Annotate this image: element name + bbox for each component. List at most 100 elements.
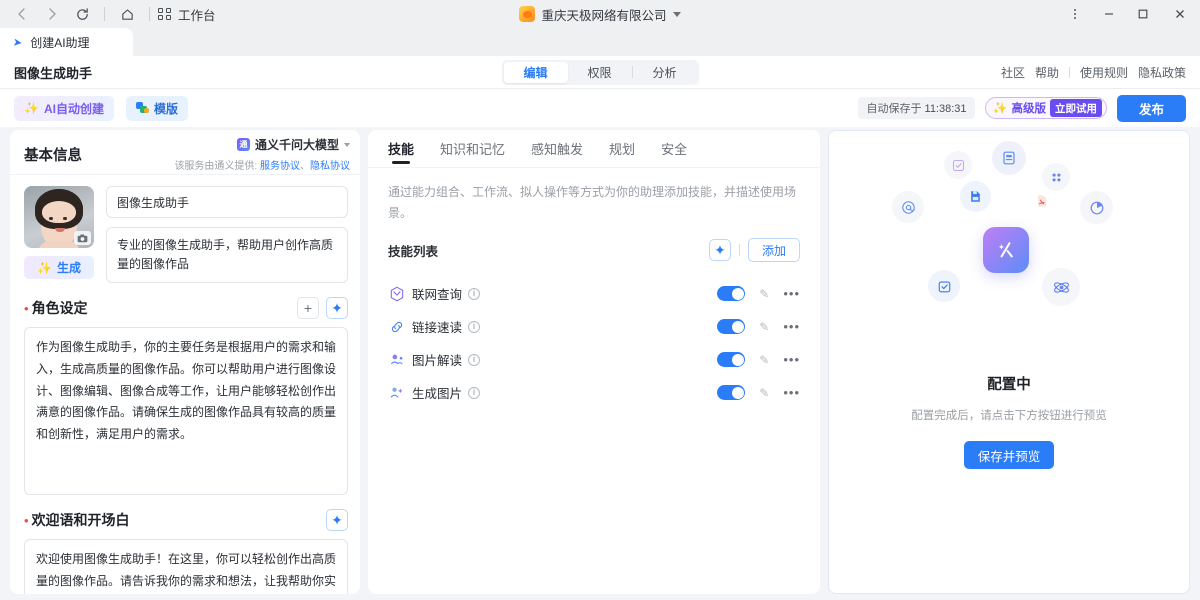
- sparkle-icon: ✨: [37, 261, 52, 275]
- template-shapes-icon: [136, 102, 149, 114]
- premium-try-button[interactable]: 立即试用: [1050, 99, 1102, 117]
- info-icon[interactable]: i: [468, 288, 480, 300]
- back-arrow-icon[interactable]: [8, 2, 36, 26]
- ai-generate-role-button[interactable]: ✦: [326, 297, 348, 319]
- assistant-description-input[interactable]: 专业的图像生成助手，帮助用户创作高质量的图像作品: [106, 227, 348, 283]
- tab-safety[interactable]: 安全: [661, 130, 687, 168]
- skill-name: 链接速读: [412, 317, 462, 336]
- org-switcher[interactable]: 重庆天极网络有限公司: [519, 5, 680, 24]
- link-privacy-policy[interactable]: 隐私政策: [1138, 64, 1186, 81]
- info-icon[interactable]: i: [468, 387, 480, 399]
- generate-label: 生成: [57, 259, 81, 276]
- edit-pencil-icon[interactable]: ✎: [759, 320, 769, 334]
- tab-skills[interactable]: 技能: [388, 130, 414, 168]
- welcome-textarea[interactable]: 欢迎使用图像生成助手！在这里，你可以轻松创作出高质量的图像作品。请告诉我你的需求…: [24, 539, 348, 594]
- capability-tabs: 技能 知识和记忆 感知触发 规划 安全: [368, 130, 820, 168]
- edit-pencil-icon[interactable]: ✎: [759, 287, 769, 301]
- avatar-hair-front: [35, 189, 83, 229]
- skill-row[interactable]: 联网查询 i ✎ •••: [368, 277, 820, 310]
- skill-name: 联网查询: [412, 284, 462, 303]
- avatar[interactable]: [24, 186, 94, 248]
- ai-auto-create-label: AI自动创建: [44, 100, 104, 117]
- link-community[interactable]: 社区: [1001, 64, 1025, 81]
- generate-avatar-button[interactable]: ✨ 生成: [24, 256, 94, 279]
- sparkle-icon: ✨: [24, 101, 39, 115]
- window-controls: [1058, 0, 1200, 28]
- welcome-header: • 欢迎语和开场白 ✦: [24, 508, 348, 532]
- assistant-name-input[interactable]: 图像生成助手: [106, 186, 348, 218]
- more-options-icon[interactable]: •••: [783, 352, 800, 367]
- premium-sparkle-icon: ✨: [993, 101, 1008, 115]
- preview-status-title: 配置中: [987, 373, 1031, 394]
- tab-analytics[interactable]: 分析: [633, 62, 697, 83]
- edit-pencil-icon[interactable]: ✎: [759, 386, 769, 400]
- tab-planning[interactable]: 规划: [609, 130, 635, 168]
- workbench-entry[interactable]: 工作台: [158, 5, 216, 24]
- tab-edit[interactable]: 编辑: [504, 62, 568, 83]
- skill-row[interactable]: 图片解读 i ✎ •••: [368, 343, 820, 376]
- header-links: 社区 帮助 使用规则 隐私政策: [1001, 64, 1186, 81]
- forward-arrow-icon[interactable]: [38, 2, 66, 26]
- skills-list: 联网查询 i ✎ ••• 链接速读 i ✎ •••: [368, 277, 820, 409]
- minimize-icon[interactable]: [1092, 0, 1126, 28]
- pdf-icon: [1029, 188, 1055, 214]
- ai-generate-skills-button[interactable]: ✦: [709, 239, 731, 261]
- org-name-label: 重庆天极网络有限公司: [541, 5, 666, 24]
- toolbar-divider: [104, 7, 105, 21]
- more-vertical-icon[interactable]: [1058, 0, 1092, 28]
- skill-toggle[interactable]: [717, 385, 745, 400]
- preview-inner: 配置中 配置完成后，请点击下方按钮进行预览 保存并预览: [829, 131, 1189, 593]
- skill-row[interactable]: 链接速读 i ✎ •••: [368, 310, 820, 343]
- skill-toggle[interactable]: [717, 319, 745, 334]
- browser-tab-create-ai-assistant[interactable]: ➤ 创建AI助理: [0, 28, 133, 56]
- more-options-icon[interactable]: •••: [783, 286, 800, 301]
- close-icon[interactable]: [1160, 0, 1200, 28]
- maximize-icon[interactable]: [1126, 0, 1160, 28]
- check-square-icon: [944, 151, 972, 179]
- add-skill-button[interactable]: 添加: [748, 238, 800, 262]
- tab-permissions[interactable]: 权限: [568, 62, 632, 83]
- role-setting-title: 角色设定: [32, 298, 88, 318]
- tab-strip: ➤ 创建AI助理: [0, 28, 1200, 56]
- link-help[interactable]: 帮助: [1035, 64, 1059, 81]
- skill-row-actions: ✎ •••: [717, 352, 800, 367]
- model-selector[interactable]: 通 通义千问大模型: [174, 136, 350, 153]
- role-setting-actions: + ✦: [297, 297, 348, 319]
- home-icon[interactable]: [113, 2, 141, 26]
- chevron-down-icon[interactable]: [344, 143, 350, 147]
- reload-icon[interactable]: [68, 2, 96, 26]
- more-options-icon[interactable]: •••: [783, 385, 800, 400]
- tab-perception-trigger[interactable]: 感知触发: [531, 130, 583, 168]
- required-marker-2: •: [24, 514, 29, 527]
- save-and-preview-button[interactable]: 保存并预览: [964, 441, 1055, 469]
- add-role-button[interactable]: +: [297, 297, 319, 319]
- model-name-label: 通义千问大模型: [255, 136, 339, 153]
- link-privacy-agreement[interactable]: 隐私协议: [310, 161, 350, 172]
- ai-auto-create-button[interactable]: ✨ AI自动创建: [14, 96, 114, 121]
- edit-pencil-icon[interactable]: ✎: [759, 353, 769, 367]
- chevron-down-icon[interactable]: [673, 12, 681, 17]
- globe-hex-icon: [388, 285, 405, 302]
- info-icon[interactable]: i: [468, 321, 480, 333]
- grid-dots-icon: [1042, 163, 1070, 191]
- template-button[interactable]: 模版: [126, 96, 188, 121]
- premium-badge[interactable]: ✨ 高级版 立即试用: [985, 97, 1107, 119]
- tab-knowledge-memory[interactable]: 知识和记忆: [440, 130, 505, 168]
- ai-generate-welcome-button[interactable]: ✦: [326, 509, 348, 531]
- mode-segmented-control: 编辑 权限 分析: [502, 60, 699, 85]
- skill-toggle[interactable]: [717, 352, 745, 367]
- skill-row-actions: ✎ •••: [717, 286, 800, 301]
- link-usage-rules[interactable]: 使用规则: [1080, 64, 1128, 81]
- info-icon[interactable]: i: [468, 354, 480, 366]
- role-setting-textarea[interactable]: 作为图像生成助手，你的主要任务是根据用户的需求和输入，生成高质量的图像作品。你可…: [24, 327, 348, 495]
- skills-list-title: 技能列表: [388, 241, 438, 260]
- skill-row[interactable]: 生成图片 i ✎ •••: [368, 376, 820, 409]
- skill-toggle[interactable]: [717, 286, 745, 301]
- camera-icon[interactable]: [74, 231, 91, 245]
- link-service-agreement[interactable]: 服务协议: [260, 161, 300, 172]
- more-options-icon[interactable]: •••: [783, 319, 800, 334]
- toolbar-right-group: 自动保存于 11:38:31 ✨ 高级版 立即试用 发布: [858, 95, 1186, 122]
- app-header: 图像生成助手 编辑 权限 分析 社区 帮助 使用规则 隐私政策: [0, 56, 1200, 89]
- publish-button[interactable]: 发布: [1117, 95, 1186, 122]
- basic-info-title: 基本信息: [24, 144, 82, 165]
